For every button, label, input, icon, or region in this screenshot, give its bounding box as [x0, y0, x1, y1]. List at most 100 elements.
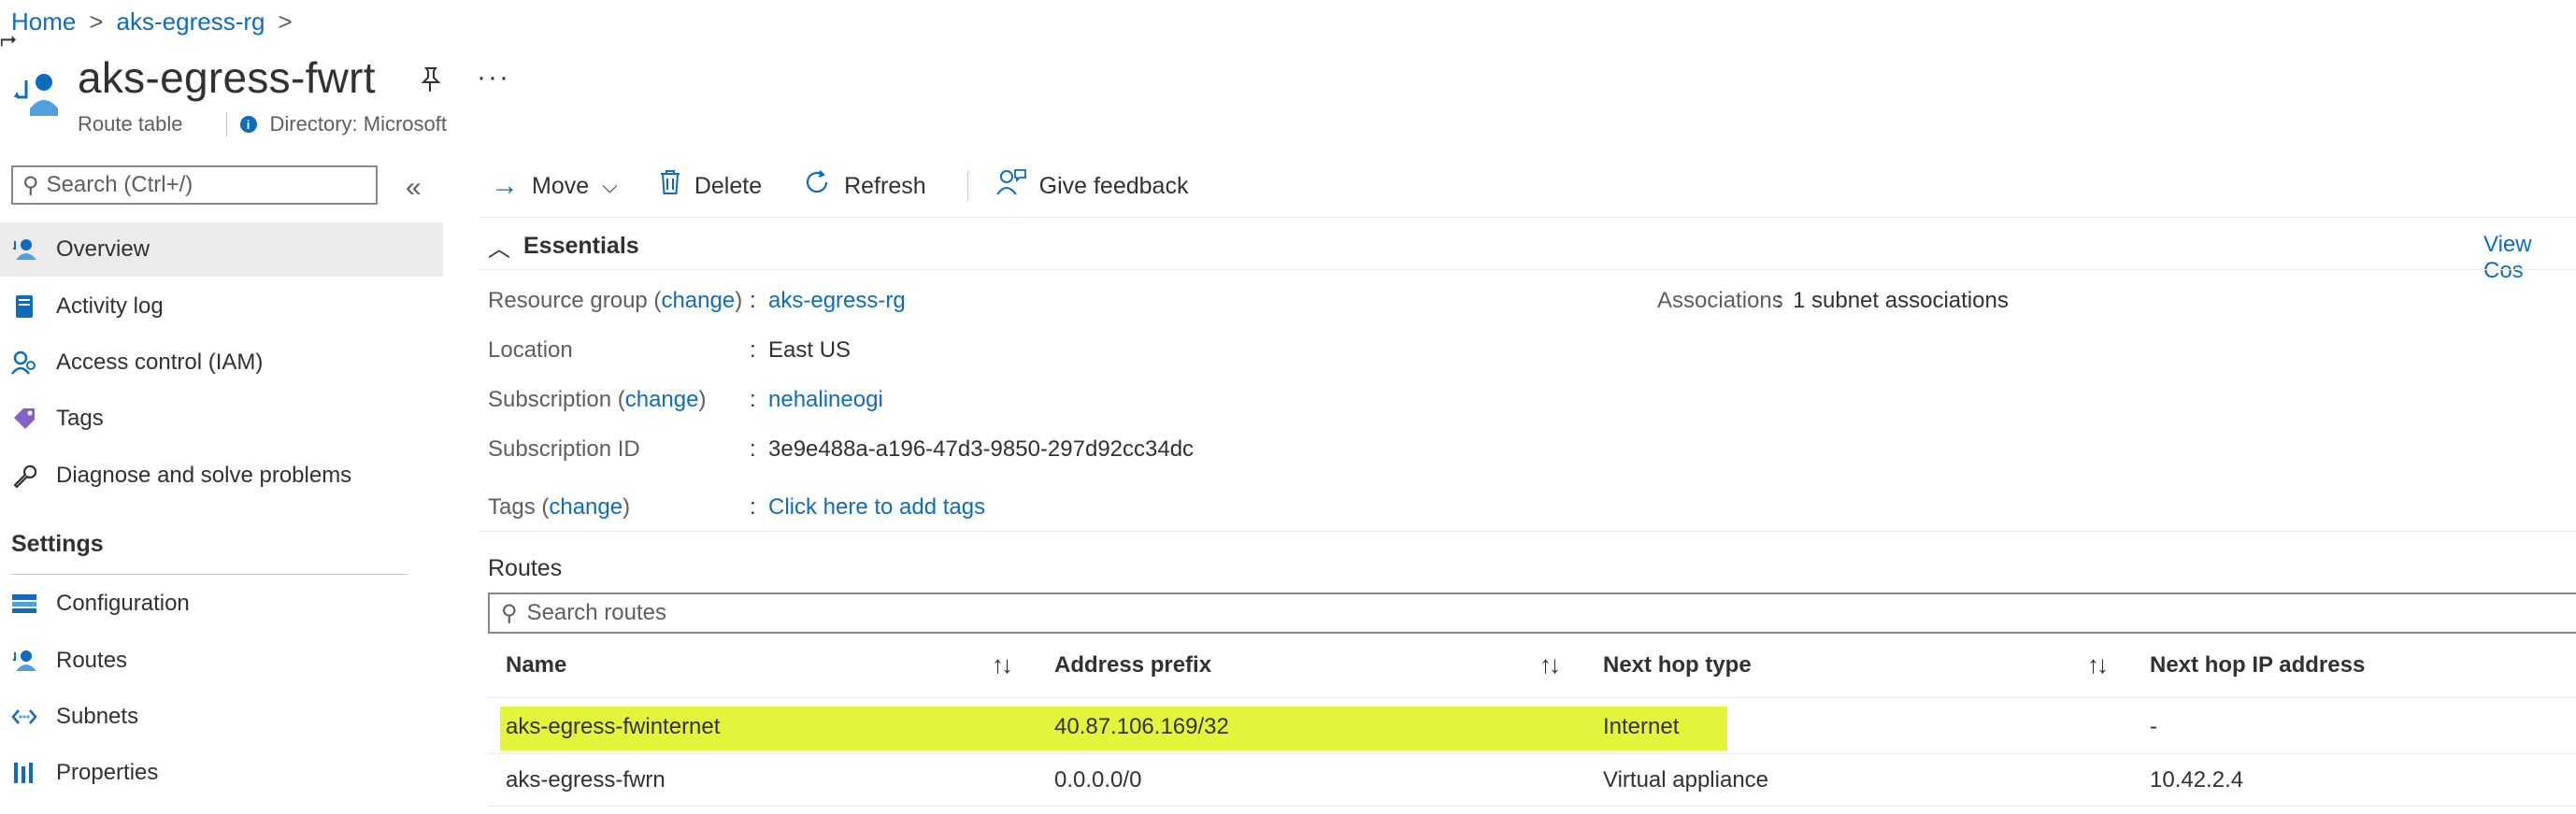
routes-search-input[interactable]: ⚲ Search routes	[488, 593, 2576, 634]
colon: :	[1776, 288, 1782, 313]
label-text: Subscription (	[488, 387, 625, 412]
configuration-icon	[11, 591, 37, 617]
properties-icon	[11, 760, 37, 786]
sidebar-item-label: Access control (IAM)	[56, 350, 264, 375]
sort-icon[interactable]: ↑↓	[992, 650, 1013, 679]
label-paren: )	[698, 387, 707, 412]
sidebar-item-subnets[interactable]: Subnets	[0, 690, 443, 744]
feedback-label: Give feedback	[1038, 172, 1189, 199]
table-cell-prefix: 40.87.106.169/32	[1054, 714, 1229, 739]
sidebar-item-label: Activity log	[56, 293, 164, 319]
breadcrumb-separator: >	[278, 7, 293, 36]
table-cell-name[interactable]: aks-egress-fwrn	[506, 767, 665, 793]
tags-label: Tags (change)	[488, 494, 630, 521]
sidebar-item-iam[interactable]: Access control (IAM)	[0, 336, 443, 390]
tags-change-link[interactable]: change	[549, 494, 623, 520]
pin-icon[interactable]	[417, 65, 443, 101]
resource-type: Route table	[78, 112, 183, 136]
resource-group-label: Resource group (change)	[488, 288, 742, 314]
column-header-next-hop-ip[interactable]: Next hop IP address	[2150, 652, 2365, 678]
sidebar-item-properties[interactable]: Properties	[0, 746, 443, 800]
sidebar-item-routes[interactable]: Routes	[0, 634, 443, 688]
breadcrumb-separator: >	[89, 7, 104, 36]
search-icon: ⚲	[22, 172, 39, 198]
breadcrumb-resource-group-link[interactable]: aks-egress-rg	[117, 7, 265, 36]
table-cell-hop-ip: -	[2150, 714, 2157, 739]
more-options-icon[interactable]: ···	[477, 62, 510, 93]
view-cost-link[interactable]: View Cos	[2483, 232, 2576, 284]
subscription-value-link[interactable]: nehalineogi	[768, 387, 883, 413]
routes-heading: Routes	[488, 555, 563, 581]
essentials-toggle[interactable]: ︿ Essentials	[488, 230, 639, 263]
associations-value: 1 subnet associations	[1793, 288, 2009, 313]
chevron-up-icon: ︿	[488, 236, 510, 262]
tag-icon	[11, 406, 37, 432]
table-row-divider	[488, 806, 2576, 807]
sidebar-item-label: Overview	[56, 236, 150, 262]
feedback-icon	[995, 168, 1026, 204]
collapse-sidebar-icon[interactable]: «	[406, 172, 422, 204]
iam-icon	[11, 350, 37, 376]
wrench-icon	[11, 463, 37, 489]
column-header-next-hop-type[interactable]: Next hop type	[1603, 652, 1752, 678]
sidebar-search-input[interactable]: ⚲ Search (Ctrl+/)	[11, 165, 378, 205]
associations-label: Associations	[1657, 288, 1783, 313]
table-header-divider	[488, 697, 2576, 698]
refresh-icon	[803, 168, 831, 204]
activity-log-icon	[11, 293, 37, 320]
sidebar-item-tags[interactable]: Tags	[0, 392, 443, 446]
refresh-button[interactable]: Refresh	[803, 168, 926, 204]
essentials-bottom-divider	[479, 531, 2576, 532]
delete-label: Delete	[694, 172, 763, 199]
move-button[interactable]: → Move ⌵	[491, 170, 618, 202]
add-tags-link[interactable]: Click here to add tags	[768, 494, 985, 521]
sort-icon[interactable]: ↑↓	[1539, 650, 1561, 679]
settings-divider	[11, 574, 408, 575]
toolbar-divider	[966, 171, 968, 201]
sort-icon[interactable]: ↑↓	[2087, 650, 2109, 679]
essentials-heading: Essentials	[523, 233, 639, 259]
sidebar-item-diagnose[interactable]: Diagnose and solve problems	[0, 449, 443, 503]
route-table-icon	[14, 74, 58, 116]
subnets-icon	[11, 704, 37, 730]
breadcrumb-home-link[interactable]: Home	[11, 7, 76, 36]
toolbar-divider-line	[479, 217, 2576, 218]
sidebar-item-label: Subnets	[56, 704, 139, 729]
table-row-divider	[488, 753, 2576, 754]
label-text: Resource group (	[488, 288, 662, 313]
label-paren: )	[623, 494, 631, 520]
sidebar-item-activity-log[interactable]: Activity log	[0, 279, 443, 334]
command-bar: → Move ⌵ Delete Refresh Give feedback	[491, 168, 1229, 204]
resource-group-change-link[interactable]: change	[661, 288, 735, 313]
info-icon[interactable]: i	[239, 116, 257, 133]
location-label: Location	[488, 337, 573, 363]
routes-icon	[11, 648, 37, 674]
settings-heading: Settings	[11, 531, 104, 557]
subscription-label: Subscription (change)	[488, 387, 706, 413]
delete-button[interactable]: Delete	[659, 169, 762, 203]
colon: :	[750, 436, 756, 462]
table-cell-hop-ip: 10.42.2.4	[2150, 767, 2244, 793]
chevron-down-icon: ⌵	[602, 174, 618, 197]
directory-label: Directory: Microsoft	[269, 112, 448, 136]
colon: :	[750, 387, 756, 412]
table-cell-name[interactable]: aks-egress-fwinternet	[506, 714, 720, 740]
label-text: Tags (	[488, 494, 550, 520]
sidebar-item-label: Properties	[56, 760, 159, 785]
give-feedback-button[interactable]: Give feedback	[995, 168, 1189, 204]
search-icon: ⚲	[501, 600, 518, 626]
sidebar-item-overview[interactable]: Overview	[0, 222, 443, 277]
column-header-address-prefix[interactable]: Address prefix	[1054, 652, 1211, 678]
refresh-label: Refresh	[844, 172, 926, 199]
resource-group-value-link[interactable]: aks-egress-rg	[768, 288, 906, 314]
sidebar-item-configuration[interactable]: Configuration	[0, 577, 443, 631]
label-paren: )	[735, 288, 743, 313]
breadcrumb: Home > aks-egress-rg >	[11, 7, 293, 36]
column-header-name[interactable]: Name	[506, 652, 566, 678]
arrow-right-icon: →	[491, 170, 519, 201]
subscription-id-value: 3e9e488a-a196-47d3-9850-297d92cc34dc	[768, 436, 1195, 462]
colon: :	[750, 494, 756, 520]
page-title: aks-egress-fwrt	[78, 53, 376, 102]
subscription-change-link[interactable]: change	[625, 387, 699, 412]
overview-icon	[11, 236, 37, 263]
